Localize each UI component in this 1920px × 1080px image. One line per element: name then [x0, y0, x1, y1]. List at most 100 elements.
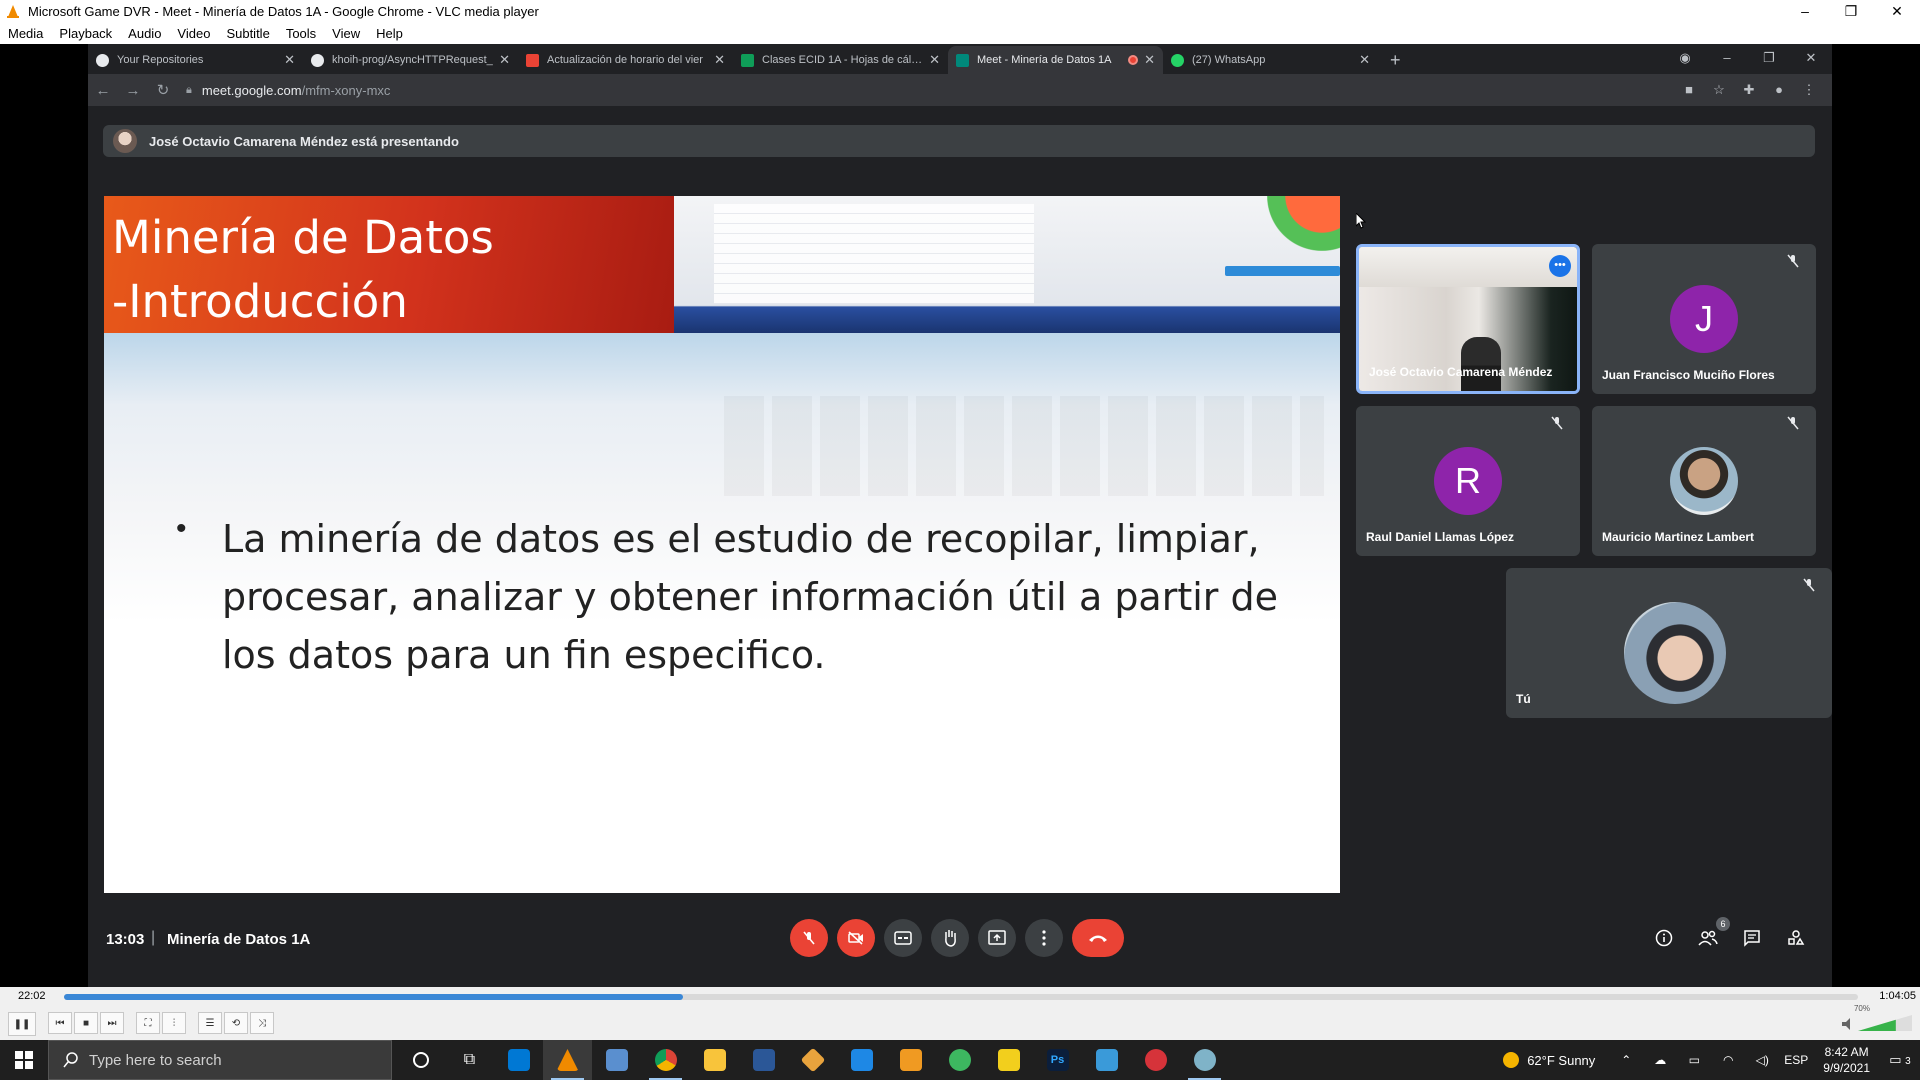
activities-button[interactable] [1774, 929, 1818, 952]
menu-tools[interactable]: Tools [278, 26, 324, 41]
loop-button[interactable]: ⟲ [224, 1012, 248, 1034]
mic-toggle-button[interactable] [790, 919, 828, 957]
captions-button[interactable] [884, 919, 922, 957]
address-bar[interactable]: 🔒︎ meet.google.com/mfm-xony-mxc [186, 78, 1674, 102]
tab-your-repositories[interactable]: Your Repositories ✕ [88, 46, 303, 74]
menu-audio[interactable]: Audio [120, 26, 169, 41]
next-button[interactable]: ⏭︎ [100, 1012, 124, 1034]
sun-icon [1503, 1052, 1520, 1068]
menu-help[interactable]: Help [368, 26, 411, 41]
participant-tile-juan[interactable]: J Juan Francisco Muciño Flores [1592, 244, 1816, 394]
chrome-close-button[interactable]: ✕ [1790, 44, 1832, 72]
chrome-minimize-button[interactable]: – [1706, 44, 1748, 72]
chevron-up-icon[interactable]: ⌃ [1609, 1053, 1643, 1067]
taskbar-powershell[interactable] [739, 1040, 788, 1080]
chat-button[interactable] [1730, 929, 1774, 952]
shuffle-button[interactable]: ⤨ [250, 1012, 274, 1034]
seek-bar[interactable] [64, 994, 1858, 1000]
menu-video[interactable]: Video [169, 26, 218, 41]
camera-icon[interactable]: ■ [1674, 82, 1704, 98]
battery-icon[interactable]: ▭ [1677, 1053, 1711, 1067]
language-indicator[interactable]: ESP [1779, 1053, 1813, 1067]
present-button[interactable] [978, 919, 1016, 957]
tab-gmail[interactable]: Actualización de horario del vier ✕ [518, 46, 733, 74]
fullscreen-button[interactable]: ⛶ [136, 1012, 160, 1034]
tab-whatsapp[interactable]: (27) WhatsApp ✕ [1163, 46, 1378, 74]
taskbar-app-yellow[interactable] [984, 1040, 1033, 1080]
restore-button[interactable]: ❐ [1828, 0, 1874, 22]
taskbar-app-blue[interactable] [1082, 1040, 1131, 1080]
taskbar-app-green[interactable] [935, 1040, 984, 1080]
meeting-name: Minería de Datos 1A [167, 931, 311, 948]
previous-button[interactable]: ⏮︎ [48, 1012, 72, 1034]
tab-meet[interactable]: Meet - Minería de Datos 1A ✕ [948, 46, 1163, 74]
wifi-icon[interactable]: ◠ [1711, 1053, 1745, 1067]
leave-call-button[interactable] [1072, 919, 1124, 957]
profile-avatar[interactable]: ● [1764, 82, 1794, 98]
taskbar-mail[interactable] [494, 1040, 543, 1080]
menu-subtitle[interactable]: Subtitle [218, 26, 277, 41]
recording-icon [1128, 55, 1139, 65]
taskbar-chrome[interactable] [641, 1040, 690, 1080]
taskbar-file-explorer[interactable] [690, 1040, 739, 1080]
more-options-icon[interactable]: ••• [1549, 255, 1571, 277]
forward-button[interactable]: → [118, 82, 148, 99]
close-button[interactable]: ✕ [1874, 0, 1920, 22]
meeting-details-button[interactable] [1642, 929, 1686, 952]
task-view-button[interactable]: ⧉ [445, 1040, 494, 1080]
taskbar-git[interactable] [788, 1040, 837, 1080]
playlist-button[interactable]: ☰ [198, 1012, 222, 1034]
taskbar-vlc[interactable] [543, 1040, 592, 1080]
taskbar-vscode[interactable] [837, 1040, 886, 1080]
tab-sheets[interactable]: Clases ECID 1A - Hojas de cálcul ✕ [733, 46, 948, 74]
notifications-button[interactable]: ▭ 3 [1880, 1052, 1920, 1068]
taskbar-game-dvr[interactable] [1180, 1040, 1229, 1080]
minimize-button[interactable]: – [1782, 0, 1828, 22]
participant-tile-presenter[interactable]: ••• José Octavio Camarena Méndez [1356, 244, 1580, 394]
close-tab-icon[interactable]: ✕ [284, 52, 295, 68]
start-button[interactable] [0, 1040, 48, 1080]
camera-toggle-button[interactable] [837, 919, 875, 957]
pause-button[interactable]: ❚❚ [8, 1012, 36, 1036]
stop-button[interactable]: ■ [74, 1012, 98, 1034]
close-tab-icon[interactable]: ✕ [499, 52, 510, 68]
participant-tile-mauricio[interactable]: Mauricio Martinez Lambert [1592, 406, 1816, 556]
taskbar-sublime[interactable] [886, 1040, 935, 1080]
raise-hand-button[interactable] [931, 919, 969, 957]
chrome-restore-button[interactable]: ❐ [1748, 44, 1790, 72]
onedrive-icon[interactable]: ☁ [1643, 1053, 1677, 1067]
new-tab-button[interactable]: + [1378, 46, 1413, 74]
tab-async-http[interactable]: khoih-prog/AsyncHTTPRequest_ ✕ [303, 46, 518, 74]
menu-media[interactable]: Media [0, 26, 51, 41]
close-tab-icon[interactable]: ✕ [1359, 52, 1370, 68]
more-options-button[interactable] [1025, 919, 1063, 957]
close-tab-icon[interactable]: ✕ [1144, 52, 1155, 68]
volume-slider[interactable] [1842, 1013, 1914, 1033]
taskbar-photoshop[interactable]: Ps [1033, 1040, 1082, 1080]
participant-tile-raul[interactable]: R Raul Daniel Llamas López [1356, 406, 1580, 556]
taskbar-search-box[interactable]: Type here to search [48, 1040, 392, 1080]
back-button[interactable]: ← [88, 82, 118, 99]
close-tab-icon[interactable]: ✕ [714, 52, 725, 68]
seek-bar-fill [64, 994, 683, 1000]
participants-button[interactable] [1686, 929, 1730, 952]
tab-search-icon[interactable]: ◉ [1664, 44, 1706, 72]
participant-tile-self[interactable]: Tú [1506, 568, 1832, 718]
menu-view[interactable]: View [324, 26, 368, 41]
video-area[interactable]: Your Repositories ✕ khoih-prog/AsyncHTTP… [0, 44, 1920, 987]
speaker-icon[interactable]: ◁) [1745, 1053, 1779, 1067]
chrome-menu-icon[interactable]: ⋮ [1794, 82, 1824, 98]
menu-playback[interactable]: Playback [51, 26, 120, 41]
extended-settings-button[interactable]: ⫶ [162, 1012, 186, 1034]
powershell-icon [752, 1049, 775, 1071]
cortana-button[interactable] [396, 1040, 445, 1080]
weather-widget[interactable]: 62°F Sunny [1503, 1052, 1595, 1068]
taskbar-clock[interactable]: 8:42 AM 9/9/2021 [1823, 1044, 1870, 1076]
taskbar-photos[interactable] [592, 1040, 641, 1080]
close-tab-icon[interactable]: ✕ [929, 52, 940, 68]
taskbar-app-red[interactable] [1131, 1040, 1180, 1080]
extensions-icon[interactable]: ✚ [1734, 82, 1764, 98]
gmail-icon [526, 53, 539, 67]
reload-button[interactable]: ↻ [148, 81, 178, 99]
bookmark-star-icon[interactable]: ☆ [1704, 82, 1734, 98]
